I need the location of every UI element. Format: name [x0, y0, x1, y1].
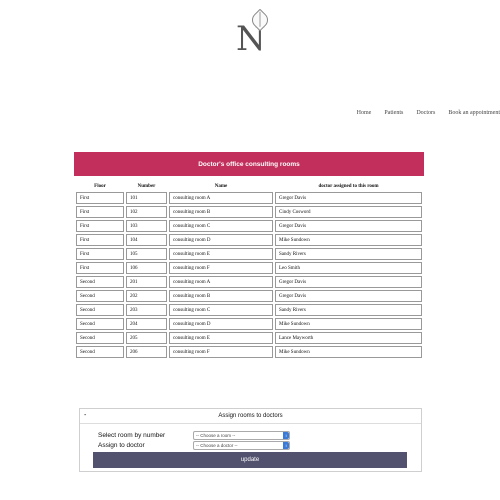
table-row: First 102 consulting room B Cindy Cosword [76, 206, 422, 218]
header-name: Name [214, 183, 228, 189]
cell-number: 103 [126, 220, 167, 232]
cell-number: 104 [126, 234, 167, 246]
table-row: First 104 consulting room D Mike Sundown [76, 234, 422, 246]
nav-book-appointment[interactable]: Book an appointment [448, 110, 500, 122]
panel-title: Assign rooms to doctors [218, 413, 283, 419]
room-select-label: Select room by number [98, 432, 166, 439]
table-row: Second 203 consulting room C Sandy Rivers [76, 304, 422, 316]
cell-floor: First [76, 206, 124, 218]
cell-floor: First [76, 234, 124, 246]
room-select-value: -- Choose a room -- [196, 433, 236, 438]
cell-floor: Second [76, 304, 124, 316]
cell-floor: Second [76, 290, 124, 302]
cell-name: consulting room F [169, 262, 273, 274]
panel-header: - Assign rooms to doctors [80, 409, 421, 424]
cell-doctor: Sandy Rivers [275, 248, 422, 260]
header-floor: Floor [94, 183, 106, 189]
cell-name: consulting room F [169, 346, 273, 358]
cell-floor: First [76, 192, 124, 204]
site-logo[interactable]: N [236, 8, 272, 56]
cell-number: 106 [126, 262, 167, 274]
table-row: First 103 consulting room C Gregor Davis [76, 220, 422, 232]
cell-number: 105 [126, 248, 167, 260]
cell-floor: First [76, 248, 124, 260]
cell-doctor: Lance Mayworth [275, 332, 422, 344]
update-button[interactable]: update [93, 452, 407, 468]
cell-doctor: Gregor Davis [275, 192, 422, 204]
cell-number: 101 [126, 192, 167, 204]
cell-floor: Second [76, 276, 124, 288]
nav-home[interactable]: Home [357, 110, 372, 122]
table-header-row: Floor Number Name doctor assigned to thi… [76, 182, 422, 190]
table-row: Second 204 consulting room D Mike Sundown [76, 318, 422, 330]
collapse-toggle[interactable]: - [84, 412, 86, 419]
cell-number: 205 [126, 332, 167, 344]
table-row: Second 206 consulting room F Mike Sundown [76, 346, 422, 358]
chevron-down-icon: ↕ [283, 442, 289, 449]
cell-doctor: Mike Sundown [275, 346, 422, 358]
cell-doctor: Gregor Davis [275, 290, 422, 302]
cell-doctor: Sandy Rivers [275, 304, 422, 316]
rooms-table-body: First 101 consulting room A Gregor Davis Fir… [76, 192, 422, 358]
table-row: First 101 consulting room A Gregor Davis [76, 192, 422, 204]
assign-rooms-panel: - Assign rooms to doctors Select room by… [79, 408, 422, 472]
cell-name: consulting room C [169, 220, 273, 232]
page-title: Doctor's office consulting rooms [74, 152, 424, 176]
cell-doctor: Mike Sundown [275, 234, 422, 246]
cell-doctor: Cindy Cosword [275, 206, 422, 218]
table-row: Second 202 consulting room B Gregor Davis [76, 290, 422, 302]
table-row: First 106 consulting room F Leo Smith [76, 262, 422, 274]
cell-name: consulting room D [169, 234, 273, 246]
cell-doctor: Gregor Davis [275, 276, 422, 288]
cell-name: consulting room B [169, 206, 273, 218]
room-select-row: Select room by number -- Choose a room -… [98, 431, 290, 440]
table-row: Second 201 consulting room A Gregor Davis [76, 276, 422, 288]
cell-name: consulting room E [169, 248, 273, 260]
cell-number: 202 [126, 290, 167, 302]
cell-floor: Second [76, 346, 124, 358]
cell-doctor: Gregor Davis [275, 220, 422, 232]
cell-name: consulting room D [169, 318, 273, 330]
cell-name: consulting room C [169, 304, 273, 316]
cell-floor: First [76, 220, 124, 232]
cell-number: 203 [126, 304, 167, 316]
cell-name: consulting room A [169, 192, 273, 204]
cell-number: 102 [126, 206, 167, 218]
table-row: Second 205 consulting room E Lance Mayworth [76, 332, 422, 344]
doctor-select-value: -- Choose a doctor -- [196, 443, 238, 448]
nav-doctors[interactable]: Doctors [416, 110, 435, 122]
chevron-down-icon: ↕ [283, 432, 289, 439]
rooms-table: Floor Number Name doctor assigned to thi… [74, 180, 424, 360]
doctor-select[interactable]: -- Choose a doctor -- ↕ [193, 441, 290, 450]
cell-name: consulting room A [169, 276, 273, 288]
cell-number: 201 [126, 276, 167, 288]
doctor-select-row: Assign to doctor -- Choose a doctor -- ↕ [98, 441, 290, 450]
header-doctor: doctor assigned to this room [318, 183, 379, 189]
cell-number: 204 [126, 318, 167, 330]
doctor-select-label: Assign to doctor [98, 442, 145, 449]
cell-number: 206 [126, 346, 167, 358]
table-row: First 105 consulting room E Sandy Rivers [76, 248, 422, 260]
cell-floor: Second [76, 318, 124, 330]
cell-floor: Second [76, 332, 124, 344]
cell-name: consulting room E [169, 332, 273, 344]
nav-patients[interactable]: Patients [384, 110, 403, 122]
room-select[interactable]: -- Choose a room -- ↕ [193, 431, 290, 440]
cell-floor: First [76, 262, 124, 274]
header-number: Number [137, 183, 156, 189]
cell-doctor: Mike Sundown [275, 318, 422, 330]
main-nav: Home Patients Doctors Book an appointmen… [357, 110, 500, 122]
cell-doctor: Leo Smith [275, 262, 422, 274]
cell-name: consulting room B [169, 290, 273, 302]
